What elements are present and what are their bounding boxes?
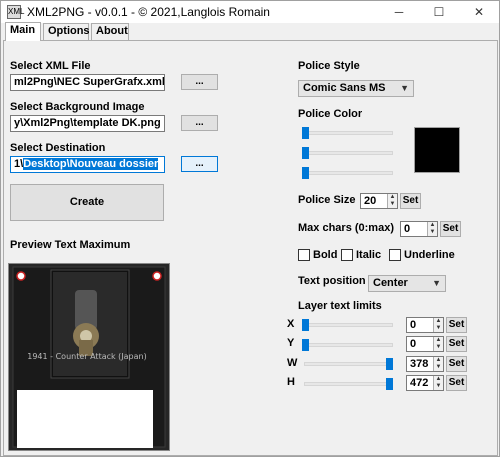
color-slider-green[interactable] (302, 147, 309, 159)
text-position-value: Center (373, 277, 408, 289)
max-chars-set-button[interactable]: Set (440, 221, 461, 237)
police-style-label: Police Style (298, 60, 360, 72)
x-stepper[interactable]: 0 ▲ ▼ (406, 317, 444, 333)
italic-checkbox[interactable] (341, 249, 353, 261)
y-slider[interactable] (302, 339, 309, 351)
y-stepper[interactable]: 0 ▲ ▼ (406, 336, 444, 352)
police-style-dropdown[interactable]: Comic Sans MS ▼ (298, 80, 414, 97)
h-slider[interactable] (386, 378, 393, 390)
color-slider-red[interactable] (302, 127, 309, 139)
tab-options[interactable]: Options (43, 23, 90, 40)
background-image-field[interactable]: y\Xml2Png\template DK.png (10, 115, 165, 132)
text-position-dropdown[interactable]: Center ▼ (368, 275, 446, 292)
x-set-button[interactable]: Set (446, 317, 467, 333)
w-label: W (287, 357, 298, 369)
y-slider-track (304, 343, 393, 347)
browse-background-button[interactable]: ... (181, 115, 218, 131)
color-slider-blue-track (304, 171, 393, 175)
max-chars-stepper[interactable]: 0 ▲ ▼ (400, 221, 438, 237)
chevron-down-icon: ▼ (400, 83, 409, 93)
background-image-label: Select Background Image (10, 101, 145, 113)
preview-sample-text: 1941 - Counter Attack (Japan) (27, 352, 146, 361)
police-color-label: Police Color (298, 108, 363, 120)
destination-field[interactable]: 1\Desktop\Nouveau dossier (10, 156, 165, 173)
spin-arrows-icon[interactable]: ▲ ▼ (433, 318, 443, 332)
h-label: H (287, 376, 295, 388)
color-slider-blue[interactable] (302, 167, 309, 179)
maximize-button[interactable]: ☐ (419, 1, 459, 23)
x-slider-track (304, 323, 393, 327)
color-slider-red-track (304, 131, 393, 135)
italic-label: Italic (356, 249, 382, 261)
w-slider[interactable] (386, 358, 393, 370)
police-size-label: Police Size (298, 194, 356, 206)
chevron-down-icon: ▼ (432, 278, 441, 288)
underline-checkbox[interactable] (389, 249, 401, 261)
app-window: XML XML2PNG - v0.0.1 - © 2021,Langlois R… (0, 0, 500, 457)
text-position-label: Text position (298, 275, 366, 287)
police-size-stepper[interactable]: 20 ▲ ▼ (360, 193, 398, 209)
h-set-button[interactable]: Set (446, 375, 467, 391)
y-value: 0 (410, 338, 417, 350)
underline-label: Underline (404, 249, 455, 261)
tab-about[interactable]: About (91, 23, 129, 40)
h-slider-track (304, 382, 393, 386)
w-slider-track (304, 362, 393, 366)
spin-arrows-icon[interactable]: ▲ ▼ (433, 376, 443, 390)
y-set-button[interactable]: Set (446, 336, 467, 352)
bold-checkbox[interactable] (298, 249, 310, 261)
police-size-set-button[interactable]: Set (400, 193, 421, 209)
tab-main[interactable]: Main (5, 22, 41, 41)
destination-selected-text: Desktop\Nouveau dossier (23, 158, 159, 170)
title-bar: XML XML2PNG - v0.0.1 - © 2021,Langlois R… (1, 1, 499, 23)
w-set-button[interactable]: Set (446, 356, 467, 372)
x-label: X (287, 318, 295, 330)
color-preview-swatch (414, 127, 460, 173)
x-value: 0 (410, 319, 417, 331)
destination-label: Select Destination (10, 142, 106, 154)
preview-image: 1941 - Counter Attack (Japan) (8, 263, 170, 451)
xml-file-field[interactable]: ml2Png\NEC SuperGrafx.xml (10, 74, 165, 91)
xml-file-label: Select XML File (10, 60, 91, 72)
police-size-value: 20 (364, 195, 377, 207)
browse-xml-button[interactable]: ... (181, 74, 218, 90)
max-chars-value: 0 (404, 223, 411, 235)
close-button[interactable]: ✕ (459, 1, 499, 23)
floppy-disk-image: 1941 - Counter Attack (Japan) (9, 264, 169, 450)
max-chars-label: Max chars (0:max) (298, 222, 394, 234)
w-value: 378 (410, 358, 429, 370)
spin-arrows-icon[interactable]: ▲ ▼ (433, 337, 443, 351)
destination-prefix: 1\ (14, 158, 24, 170)
app-icon: XML (7, 5, 24, 19)
police-style-value: Comic Sans MS (303, 82, 386, 94)
spin-arrows-icon[interactable]: ▲ ▼ (427, 222, 437, 236)
browse-destination-button[interactable]: ... (181, 156, 218, 172)
preview-label: Preview Text Maximum (10, 239, 131, 251)
window-title: XML2PNG - v0.0.1 - © 2021,Langlois Romai… (27, 5, 270, 19)
spin-arrows-icon[interactable]: ▲ ▼ (387, 194, 397, 208)
spin-arrows-icon[interactable]: ▲ ▼ (433, 357, 443, 371)
color-slider-green-track (304, 151, 393, 155)
h-stepper[interactable]: 472 ▲ ▼ (406, 375, 444, 391)
layer-limits-label: Layer text limits (298, 300, 382, 312)
create-button[interactable]: Create (10, 184, 164, 221)
minimize-button[interactable]: ─ (379, 1, 419, 23)
w-stepper[interactable]: 378 ▲ ▼ (406, 356, 444, 372)
bold-label: Bold (313, 249, 338, 261)
x-slider[interactable] (302, 319, 309, 331)
y-label: Y (287, 337, 295, 349)
h-value: 472 (410, 377, 429, 389)
